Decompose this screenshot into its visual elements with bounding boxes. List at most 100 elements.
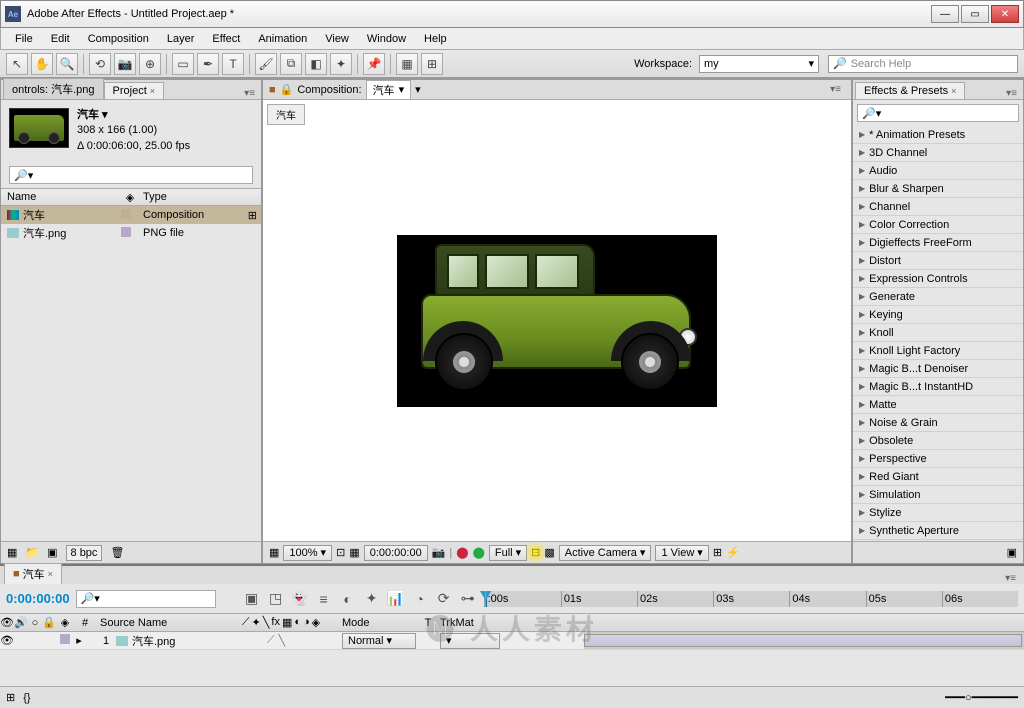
roto-tool-icon[interactable]: ✦ xyxy=(330,53,352,75)
project-row-png[interactable]: 汽车.png PNG file xyxy=(1,224,261,242)
brainstorm-icon[interactable]: ✦ xyxy=(362,589,382,609)
menu-help[interactable]: Help xyxy=(416,31,455,47)
composition-viewer[interactable]: 汽车 xyxy=(263,100,851,541)
fx-category[interactable]: ▶Expression Controls xyxy=(853,270,1023,288)
camera-select[interactable]: Active Camera▾ xyxy=(559,545,652,561)
project-row-comp[interactable]: 汽车 Composition⊞ xyxy=(1,206,261,224)
close-icon[interactable]: × xyxy=(150,86,155,96)
draft3d-icon[interactable]: ◳ xyxy=(266,589,286,609)
audio-column-icon[interactable]: 🔊 xyxy=(14,616,28,629)
zoom-slider[interactable]: ━━━○━━━━━━━ xyxy=(945,691,1018,704)
adjust-switch-icon[interactable]: ◑ xyxy=(303,616,310,629)
pixel-aspect-icon[interactable]: ⊞ xyxy=(713,546,722,559)
quality-switch-icon[interactable]: ╲ xyxy=(263,616,270,629)
brush-tool-icon[interactable]: 🖌 xyxy=(255,53,277,75)
menu-animation[interactable]: Animation xyxy=(250,31,315,47)
label-swatch[interactable] xyxy=(121,227,131,237)
panel-menu-icon[interactable]: ▾≡ xyxy=(1001,573,1020,584)
panel-menu-icon[interactable]: ▾≡ xyxy=(240,88,259,99)
canvas[interactable] xyxy=(397,235,717,407)
motionblur-switch-icon[interactable]: ◐ xyxy=(294,616,301,629)
menu-edit[interactable]: Edit xyxy=(43,31,78,47)
shy-switch-icon[interactable]: ⟋ xyxy=(242,616,250,629)
hand-tool-icon[interactable]: ✋ xyxy=(31,53,53,75)
3d-switch-icon[interactable]: ◈ xyxy=(312,616,320,629)
new-bin-icon[interactable]: ▣ xyxy=(1007,546,1017,559)
close-icon[interactable]: × xyxy=(951,86,956,96)
close-button[interactable]: ✕ xyxy=(991,5,1019,23)
lock-icon[interactable]: 🔒 xyxy=(280,83,294,96)
timeline-layer-row[interactable]: 👁 ▸ 1 汽车.png ⟋╲ Normal▾ ▾ xyxy=(0,632,1024,650)
fx-category[interactable]: ▶Blur & Sharpen xyxy=(853,180,1023,198)
fx-category[interactable]: ▶Audio xyxy=(853,162,1023,180)
menu-composition[interactable]: Composition xyxy=(80,31,157,47)
auto-keyframe-icon[interactable]: ◔ xyxy=(410,589,430,609)
viewer-tab[interactable]: 汽车 xyxy=(267,104,305,125)
frame-blend-all-icon[interactable]: ≡ xyxy=(314,589,334,609)
comp-name-dropdown[interactable]: 汽车▾ xyxy=(366,80,412,100)
label-swatch[interactable] xyxy=(121,209,131,219)
rectangle-tool-icon[interactable]: ▭ xyxy=(172,53,194,75)
zoom-select[interactable]: 100%▾ xyxy=(283,545,332,561)
views-select[interactable]: 1 View▾ xyxy=(655,545,708,561)
snapshot-icon[interactable]: 📷 xyxy=(432,546,446,559)
tab-project[interactable]: Project× xyxy=(104,82,165,99)
fx-category[interactable]: ▶Obsolete xyxy=(853,432,1023,450)
snap-icon[interactable]: ⊶ xyxy=(458,589,478,609)
time-ruler[interactable]: :00s01s02s03s04s05s06s xyxy=(484,591,1018,607)
puppet-tool-icon[interactable]: 📌 xyxy=(363,53,385,75)
fx-switch-icon[interactable]: fx xyxy=(271,616,280,629)
fx-category[interactable]: ▶3D Channel xyxy=(853,144,1023,162)
mode-select[interactable]: Normal▾ xyxy=(342,633,416,649)
label-column-icon[interactable]: ◈ xyxy=(56,616,74,629)
lock-column-icon[interactable]: 🔒 xyxy=(42,616,56,629)
label-column-icon[interactable]: ◈ xyxy=(121,191,139,204)
fx-category[interactable]: ▶Magic B...t InstantHD xyxy=(853,378,1023,396)
effects-search-input[interactable]: 🔎▾ xyxy=(857,104,1019,122)
fx-category[interactable]: ▶Perspective xyxy=(853,450,1023,468)
region-button[interactable]: ⊟ xyxy=(531,546,540,559)
fx-category[interactable]: ▶Channel xyxy=(853,198,1023,216)
snap-tool-icon[interactable]: ⊞ xyxy=(421,53,443,75)
pen-tool-icon[interactable]: ✒ xyxy=(197,53,219,75)
tool-option-icon[interactable]: ▦ xyxy=(396,53,418,75)
workspace-select[interactable]: my▾ xyxy=(699,55,819,73)
menu-effect[interactable]: Effect xyxy=(204,31,248,47)
frameblend-switch-icon[interactable]: ▦ xyxy=(282,616,292,629)
menu-view[interactable]: View xyxy=(317,31,357,47)
camera-tool-icon[interactable]: 📷 xyxy=(114,53,136,75)
fx-category[interactable]: ▶Simulation xyxy=(853,486,1023,504)
roi-icon[interactable]: ⊡ xyxy=(336,546,345,559)
clone-tool-icon[interactable]: ⧉ xyxy=(280,53,302,75)
trash-icon[interactable]: 🗑 xyxy=(110,546,124,559)
chevron-down-icon[interactable]: ▾ xyxy=(415,83,421,96)
trkmat-select[interactable]: ▾ xyxy=(440,633,500,649)
layer-bar-track[interactable] xyxy=(584,632,1024,649)
fx-category[interactable]: ▶Color Correction xyxy=(853,216,1023,234)
panel-menu-icon[interactable]: ▾≡ xyxy=(1002,88,1021,99)
fx-category[interactable]: ▶Keying xyxy=(853,306,1023,324)
fast-preview-icon[interactable]: ⚡ xyxy=(726,546,740,559)
rotate-tool-icon[interactable]: ⟲ xyxy=(89,53,111,75)
expand-icon[interactable]: ▸ xyxy=(74,634,84,647)
fx-category[interactable]: ▶* Animation Presets xyxy=(853,126,1023,144)
fx-category[interactable]: ▶Knoll xyxy=(853,324,1023,342)
minimize-button[interactable]: — xyxy=(931,5,959,23)
resolution-select[interactable]: Full▾ xyxy=(489,545,527,561)
video-column-icon[interactable]: 👁 xyxy=(0,616,14,629)
maximize-button[interactable]: ▭ xyxy=(961,5,989,23)
toggle-switches-icon[interactable]: ⊞ xyxy=(6,691,15,704)
menu-window[interactable]: Window xyxy=(359,31,414,47)
panel-menu-icon[interactable]: ▾≡ xyxy=(826,84,845,95)
fx-category[interactable]: ▶Matte xyxy=(853,396,1023,414)
selection-tool-icon[interactable]: ↖ xyxy=(6,53,28,75)
fx-category[interactable]: ▶Synthetic Aperture xyxy=(853,522,1023,540)
menu-layer[interactable]: Layer xyxy=(159,31,203,47)
tab-timeline-comp[interactable]: ■汽车× xyxy=(4,563,62,584)
interpret-icon[interactable]: ▦ xyxy=(7,546,17,559)
folder-icon[interactable]: 📁 xyxy=(25,546,39,559)
bpc-button[interactable]: 8 bpc xyxy=(66,545,103,561)
layer-duration-bar[interactable] xyxy=(584,634,1022,647)
fx-category[interactable]: ▶Digieffects FreeForm xyxy=(853,234,1023,252)
transparency-icon[interactable]: ▦ xyxy=(349,546,359,559)
